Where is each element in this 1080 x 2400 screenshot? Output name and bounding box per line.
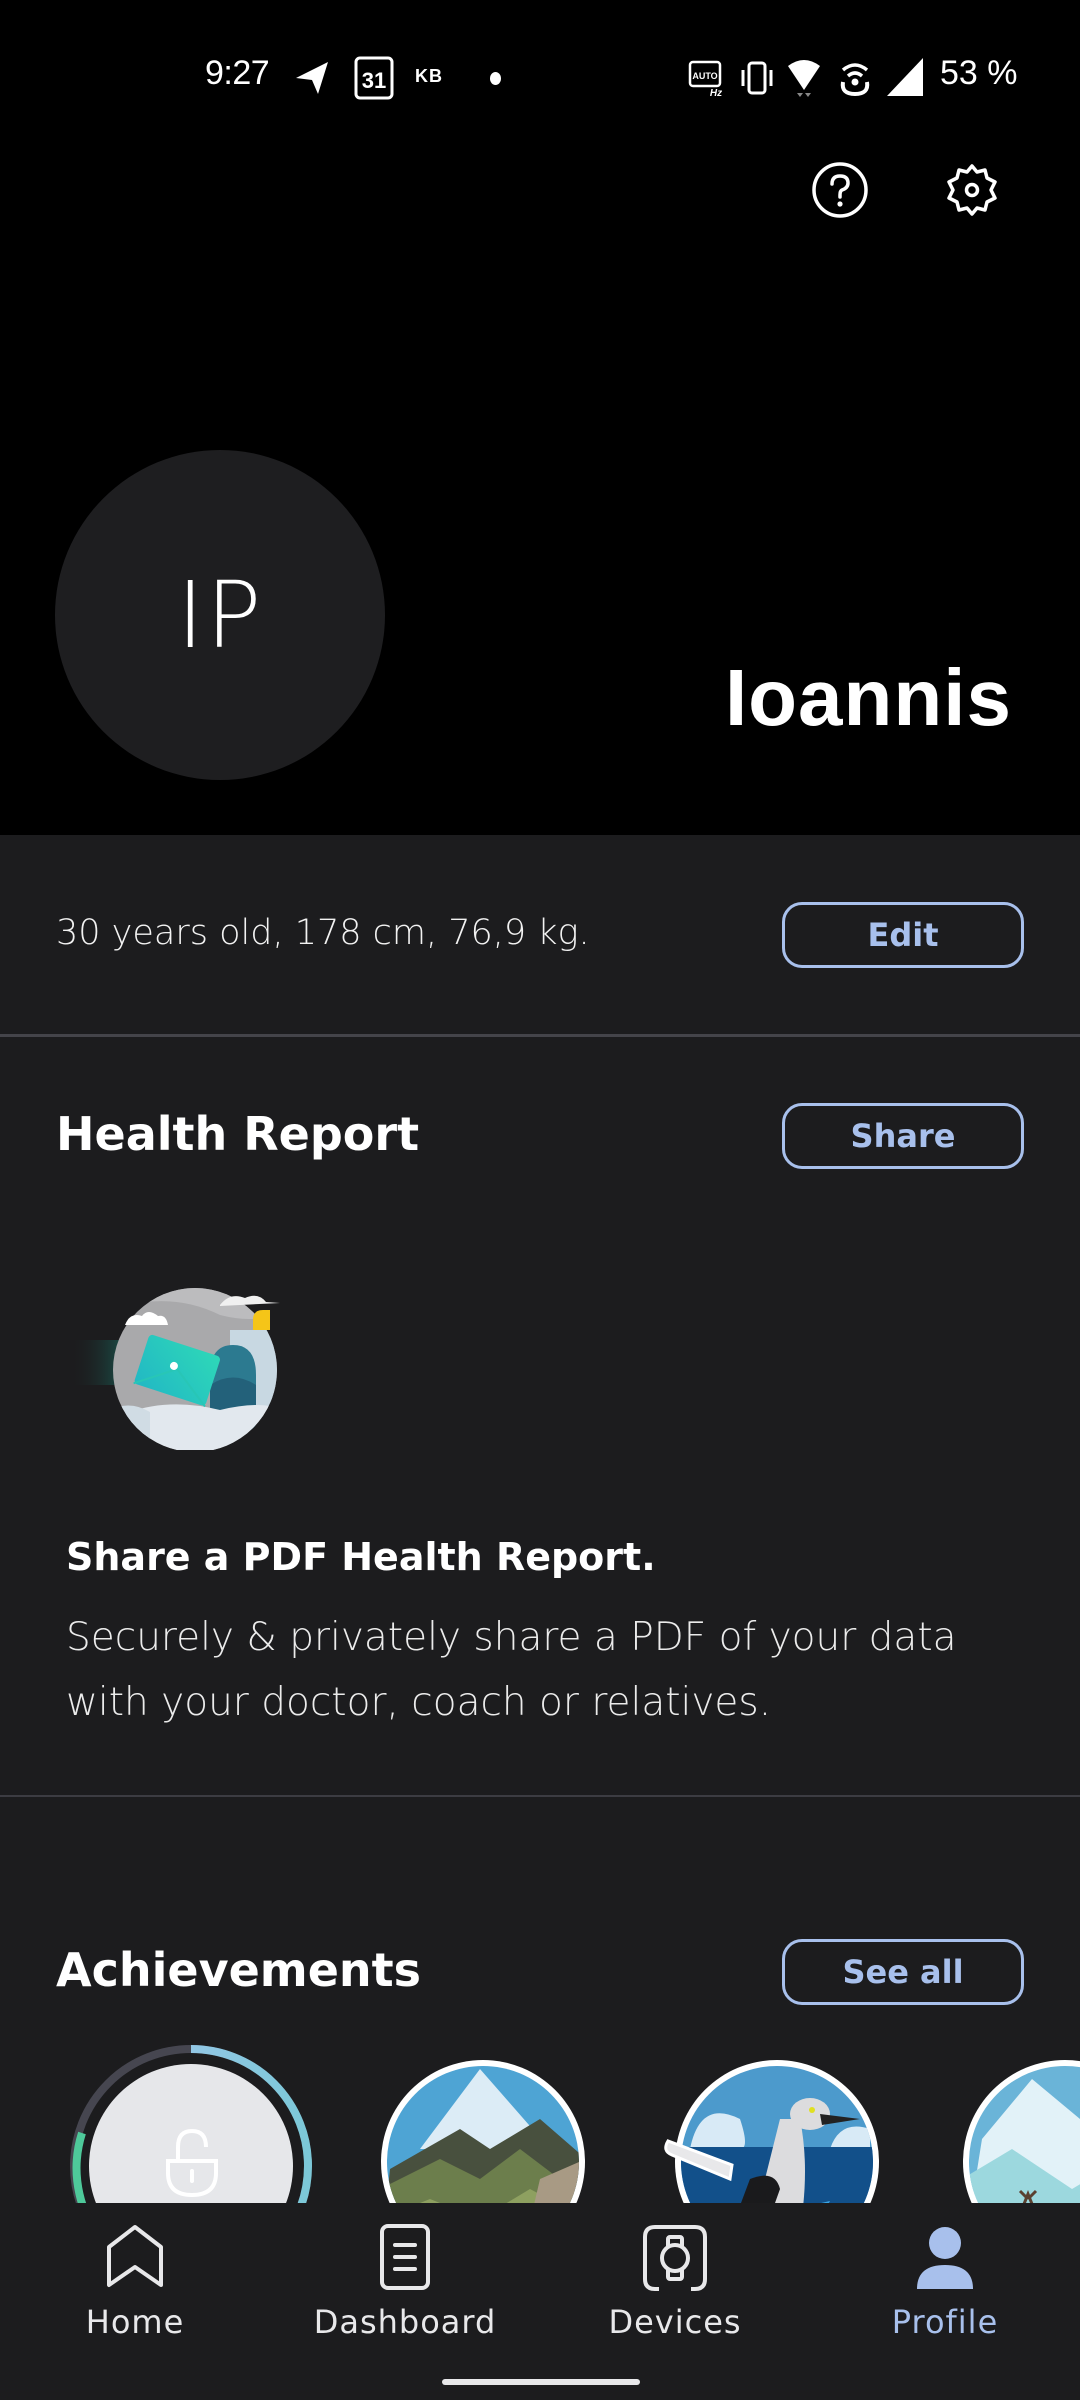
dashboard-icon [370,2223,440,2293]
health-report-heading: Share a PDF Health Report. [66,1535,656,1579]
watch-icon [640,2223,710,2293]
avatar-initials: IP [176,561,264,669]
home-indicator[interactable] [442,2379,640,2385]
notification-dot [490,72,501,85]
home-icon [100,2223,170,2293]
edit-button[interactable]: Edit [782,902,1024,968]
profile-stats-row: 30 years old, 178 cm, 76,9 kg. Edit [0,835,1080,1035]
hotspot-icon [835,58,875,102]
health-report-description: Securely & privately share a PDF of your… [66,1615,957,1725]
nav-item-devices[interactable]: Devices [575,2223,775,2343]
divider [0,1795,1080,1797]
header-actions [780,162,1080,222]
calendar-icon: 31 [354,56,394,104]
nav-label: Profile [891,2303,999,2341]
battery-percentage: 53 % [940,54,1018,92]
help-button[interactable] [810,162,870,222]
share-button[interactable]: Share [782,1103,1024,1169]
nav-item-home[interactable]: Home [35,2223,235,2343]
health-report-illustration [70,1270,300,1452]
profile-stats-text: 30 years old, 178 cm, 76,9 kg. [56,913,590,953]
telegram-icon [292,58,332,102]
gear-icon [942,160,1002,224]
status-time: 9:27 [205,54,270,92]
wifi-icon [786,58,822,102]
health-report-title: Health Report [56,1107,420,1161]
kb-indicator: KB [415,66,443,86]
settings-button[interactable] [942,162,1002,222]
see-all-button[interactable]: See all [782,1939,1024,2005]
achievement-badge-mountain[interactable] [380,2059,586,2205]
achievements-title: Achievements [56,1943,422,1997]
signal-icon [885,56,925,102]
achievement-badge-locked[interactable] [68,2043,314,2205]
profile-header: 9:27 31 KB AUTO Hz 53 % IP Ioannis [0,0,1080,835]
vibrate-icon [738,60,776,100]
achievement-badge-glacier[interactable] [962,2059,1080,2205]
svg-text:31: 31 [362,68,386,93]
avatar[interactable]: IP [55,450,385,780]
achievement-badge-bird[interactable] [660,2059,880,2205]
nav-label: Devices [608,2303,742,2341]
divider [0,1034,1080,1037]
help-circle-icon [811,161,869,223]
achievements-carousel [0,2035,1080,2205]
nav-item-profile[interactable]: Profile [845,2223,1045,2343]
nav-label: Home [85,2303,185,2341]
nav-label: Dashboard [313,2303,497,2341]
status-bar: 9:27 31 KB AUTO Hz 53 % [0,48,1080,108]
auto-hz-icon: AUTO Hz [688,60,726,102]
bottom-navigation: Home Dashboard Devices Profile [0,2203,1080,2400]
svg-text:Hz: Hz [710,88,722,98]
svg-text:AUTO: AUTO [692,71,717,81]
user-name: Ioannis [724,653,1012,742]
person-icon [910,2223,980,2293]
nav-item-dashboard[interactable]: Dashboard [305,2223,505,2343]
